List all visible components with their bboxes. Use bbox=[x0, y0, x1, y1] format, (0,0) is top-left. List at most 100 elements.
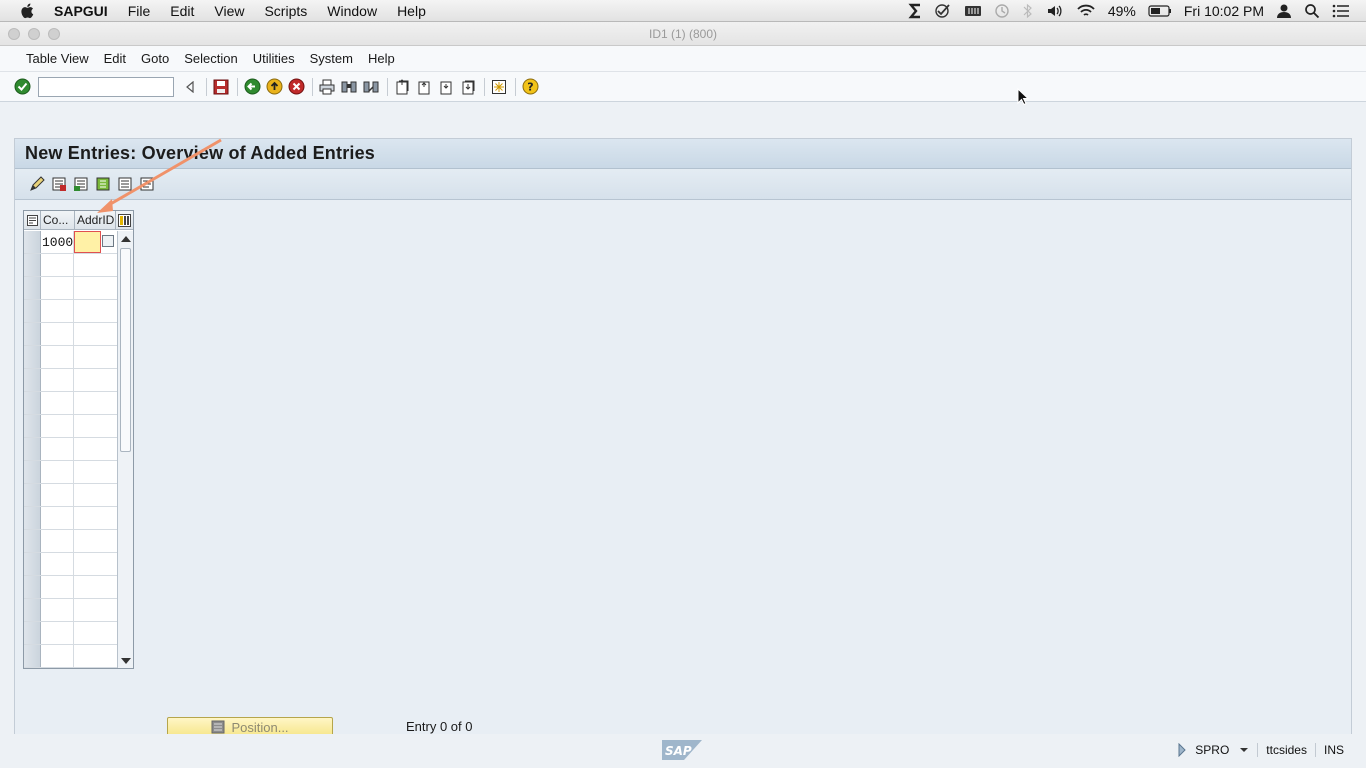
next-page-icon[interactable] bbox=[436, 77, 456, 97]
menubar-scripts[interactable]: Scripts bbox=[264, 3, 307, 19]
address-id-cell[interactable] bbox=[74, 392, 117, 414]
company-code-cell[interactable] bbox=[41, 392, 74, 414]
wifi-icon[interactable] bbox=[1070, 0, 1102, 22]
address-id-cell[interactable] bbox=[74, 438, 117, 460]
company-code-cell[interactable]: 1000 bbox=[41, 231, 74, 253]
column-header-company-code[interactable]: Co... bbox=[41, 211, 75, 229]
address-id-cell[interactable] bbox=[74, 553, 117, 575]
row-selector[interactable] bbox=[24, 323, 41, 345]
row-selector[interactable] bbox=[24, 392, 41, 414]
display-change-icon[interactable] bbox=[27, 174, 47, 194]
select-all-rows-icon[interactable] bbox=[24, 211, 41, 229]
menubar-file[interactable]: File bbox=[128, 3, 151, 19]
company-code-cell[interactable] bbox=[41, 484, 74, 506]
undo-change-icon[interactable] bbox=[93, 174, 113, 194]
address-id-cell[interactable] bbox=[74, 461, 117, 483]
row-selector[interactable] bbox=[24, 622, 41, 644]
row-selector[interactable] bbox=[24, 369, 41, 391]
address-id-cell[interactable] bbox=[74, 415, 117, 437]
first-page-icon[interactable] bbox=[392, 77, 412, 97]
company-code-cell[interactable] bbox=[41, 323, 74, 345]
company-code-cell[interactable] bbox=[41, 622, 74, 644]
menubar-view[interactable]: View bbox=[214, 3, 244, 19]
previous-page-icon[interactable] bbox=[414, 77, 434, 97]
apple-icon[interactable] bbox=[18, 2, 36, 20]
scroll-up-arrow-icon[interactable] bbox=[121, 236, 131, 242]
address-id-cell[interactable] bbox=[74, 599, 117, 621]
menu-selection[interactable]: Selection bbox=[184, 51, 237, 66]
menu-utilities[interactable]: Utilities bbox=[253, 51, 295, 66]
company-code-cell[interactable] bbox=[41, 300, 74, 322]
menubar-clock[interactable]: Fri 10:02 PM bbox=[1178, 0, 1270, 22]
spotlight-icon[interactable] bbox=[1298, 0, 1326, 22]
address-id-cell[interactable] bbox=[74, 231, 117, 253]
s-app-icon[interactable] bbox=[902, 0, 928, 22]
company-code-cell[interactable] bbox=[41, 438, 74, 460]
checklist-icon[interactable] bbox=[928, 0, 958, 22]
menu-edit[interactable]: Edit bbox=[104, 51, 126, 66]
back-icon[interactable] bbox=[242, 77, 262, 97]
menu-system[interactable]: System bbox=[310, 51, 353, 66]
row-selector[interactable] bbox=[24, 300, 41, 322]
company-code-cell[interactable] bbox=[41, 277, 74, 299]
battery-icon[interactable] bbox=[1142, 0, 1178, 22]
address-id-cell[interactable] bbox=[74, 530, 117, 552]
memory-icon[interactable] bbox=[958, 0, 988, 22]
company-code-cell[interactable] bbox=[41, 461, 74, 483]
company-code-cell[interactable] bbox=[41, 254, 74, 276]
command-field[interactable] bbox=[38, 76, 174, 97]
menu-help[interactable]: Help bbox=[368, 51, 395, 66]
help-icon[interactable]: ? bbox=[520, 77, 540, 97]
menubar-edit[interactable]: Edit bbox=[170, 3, 194, 19]
select-all-icon[interactable] bbox=[115, 174, 135, 194]
address-id-cell[interactable] bbox=[74, 622, 117, 644]
company-code-cell[interactable] bbox=[41, 576, 74, 598]
bluetooth-icon[interactable] bbox=[1016, 0, 1040, 22]
enter-check-icon[interactable] bbox=[12, 77, 32, 97]
address-id-cell[interactable] bbox=[74, 507, 117, 529]
find-icon[interactable] bbox=[339, 77, 359, 97]
row-selector[interactable] bbox=[24, 507, 41, 529]
row-selector[interactable] bbox=[24, 461, 41, 483]
company-code-cell[interactable] bbox=[41, 530, 74, 552]
company-code-cell[interactable] bbox=[41, 415, 74, 437]
status-expand-icon[interactable] bbox=[1177, 743, 1187, 757]
row-selector[interactable] bbox=[24, 645, 41, 667]
insert-mode[interactable]: INS bbox=[1324, 743, 1344, 757]
row-selector[interactable] bbox=[24, 254, 41, 276]
address-id-cell[interactable] bbox=[74, 346, 117, 368]
dropdown-arrow-icon[interactable] bbox=[1239, 746, 1249, 754]
delete-icon[interactable] bbox=[71, 174, 91, 194]
save-icon[interactable] bbox=[211, 77, 231, 97]
value-help-icon[interactable] bbox=[102, 235, 114, 247]
find-next-icon[interactable] bbox=[361, 77, 381, 97]
address-id-cell[interactable] bbox=[74, 277, 117, 299]
deselect-all-icon[interactable] bbox=[137, 174, 157, 194]
menubar-app-name[interactable]: SAPGUI bbox=[54, 3, 108, 19]
command-history-icon[interactable] bbox=[180, 77, 200, 97]
address-id-cell[interactable] bbox=[74, 369, 117, 391]
row-selector[interactable] bbox=[24, 553, 41, 575]
address-id-cell[interactable] bbox=[74, 484, 117, 506]
cancel-icon[interactable] bbox=[286, 77, 306, 97]
menu-table-view[interactable]: Table View bbox=[26, 51, 89, 66]
row-selector[interactable] bbox=[24, 438, 41, 460]
menu-goto[interactable]: Goto bbox=[141, 51, 169, 66]
table-settings-icon[interactable] bbox=[116, 211, 133, 229]
company-code-cell[interactable] bbox=[41, 346, 74, 368]
scroll-down-arrow-icon[interactable] bbox=[121, 658, 131, 664]
address-id-cell[interactable] bbox=[74, 300, 117, 322]
company-code-cell[interactable] bbox=[41, 507, 74, 529]
notification-center-icon[interactable] bbox=[1326, 0, 1356, 22]
row-selector[interactable] bbox=[24, 530, 41, 552]
volume-icon[interactable] bbox=[1040, 0, 1070, 22]
row-selector[interactable] bbox=[24, 576, 41, 598]
user-icon[interactable] bbox=[1270, 0, 1298, 22]
row-selector[interactable] bbox=[24, 346, 41, 368]
menubar-help[interactable]: Help bbox=[397, 3, 426, 19]
last-page-icon[interactable] bbox=[458, 77, 478, 97]
address-id-input[interactable] bbox=[74, 231, 101, 253]
row-selector[interactable] bbox=[24, 277, 41, 299]
row-selector[interactable] bbox=[24, 231, 41, 253]
exit-icon[interactable] bbox=[264, 77, 284, 97]
